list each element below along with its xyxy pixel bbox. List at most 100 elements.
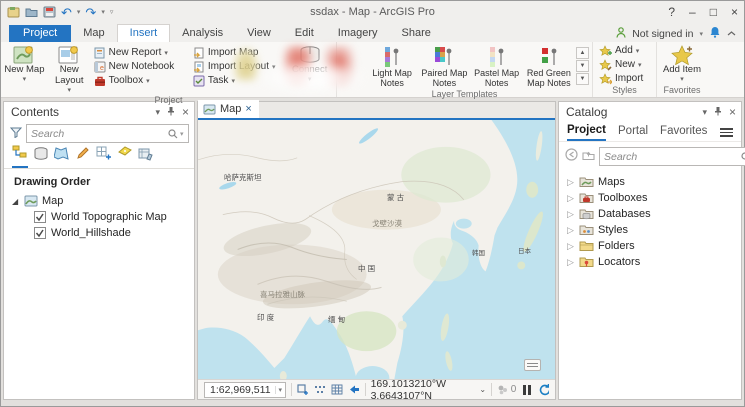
layer-row[interactable]: World_Hillshade	[4, 225, 194, 241]
list-by-labeling-icon[interactable]	[117, 146, 133, 168]
add-style-button[interactable]: Add▾	[599, 44, 639, 57]
catalog-item-databases[interactable]: ▷ Databases	[559, 206, 741, 222]
task-icon	[193, 75, 205, 87]
list-by-snapping-icon[interactable]	[96, 146, 112, 168]
checkbox-checked-icon[interactable]	[34, 211, 46, 223]
add-item-button[interactable]: Add Item▾	[660, 44, 704, 84]
catalog-item-toolboxes[interactable]: ▷ Toolboxes	[559, 190, 741, 206]
catalog-item-styles[interactable]: ▷ Styles	[559, 222, 741, 238]
expanded-arrow-icon[interactable]: ◢	[12, 197, 20, 206]
catalog-tab-portal[interactable]: Portal	[618, 125, 648, 140]
layer-row[interactable]: World Topographic Map	[4, 209, 194, 225]
grid-icon[interactable]	[331, 384, 343, 395]
pin-icon[interactable]	[714, 105, 722, 119]
redo-icon[interactable]: ↷	[85, 6, 96, 19]
catalog-item-maps[interactable]: ▷ Maps	[559, 174, 741, 190]
tab-insert[interactable]: Insert	[117, 24, 171, 42]
gallery-expand-icon[interactable]: ▼	[576, 73, 589, 85]
list-by-data-source-icon[interactable]	[33, 146, 49, 168]
expand-arrow-icon[interactable]: ▷	[567, 209, 575, 220]
database-connect-icon	[298, 45, 322, 65]
square-plus-icon[interactable]	[297, 384, 309, 395]
catalog-search[interactable]: ▾	[599, 147, 745, 166]
list-by-selection-icon[interactable]	[54, 146, 70, 168]
pastel-map-notes-button[interactable]: Pastel Map Notes	[472, 44, 522, 89]
catalog-tab-favorites[interactable]: Favorites	[660, 125, 707, 140]
expand-arrow-icon[interactable]: ▷	[567, 177, 575, 188]
tab-edit[interactable]: Edit	[283, 25, 326, 42]
list-by-charts-icon[interactable]	[138, 146, 154, 168]
redo-caret-icon[interactable]: ▾	[101, 8, 105, 16]
map-canvas[interactable]: 哈萨克斯坦 蒙 古 戈壁沙漠 中 国 喜马拉雅山脉 印 度 缅 甸 韩国 日本	[198, 120, 555, 379]
new-style-button[interactable]: New▾	[599, 58, 642, 71]
tab-project[interactable]: Project	[9, 25, 71, 42]
panel-menu-icon[interactable]: ▾	[702, 107, 707, 118]
contents-search[interactable]: ▾	[26, 124, 189, 143]
tab-share[interactable]: Share	[390, 25, 443, 42]
catalog-item-locators[interactable]: ▷ Locators	[559, 254, 741, 270]
undo-caret-icon[interactable]: ▾	[77, 8, 81, 16]
expand-arrow-icon[interactable]: ▷	[567, 225, 575, 236]
pause-drawing-icon[interactable]	[523, 385, 531, 395]
import-style-button[interactable]: Import	[599, 72, 643, 85]
refresh-icon[interactable]	[538, 383, 549, 396]
pin-icon[interactable]	[167, 105, 175, 119]
dotted-grid-icon[interactable]	[314, 384, 326, 395]
import-map-button[interactable]: Import Map	[193, 46, 284, 59]
tab-map[interactable]: Map	[71, 25, 116, 42]
undo-icon[interactable]: ↶	[61, 6, 72, 19]
new-project-icon[interactable]	[7, 6, 20, 18]
gallery-up-icon[interactable]: ▲	[576, 47, 589, 59]
expand-arrow-icon[interactable]: ▷	[567, 241, 575, 252]
checkbox-checked-icon[interactable]	[34, 227, 46, 239]
red-green-map-notes-button[interactable]: Red Green Map Notes	[524, 44, 574, 89]
new-layout-button[interactable]: New Layout▾	[47, 44, 92, 95]
list-by-editing-icon[interactable]	[75, 146, 91, 168]
expand-arrow-icon[interactable]: ▷	[567, 193, 575, 204]
save-icon[interactable]	[43, 6, 56, 18]
paired-map-notes-button[interactable]: Paired Map Notes	[419, 44, 469, 89]
up-one-level-icon[interactable]	[582, 148, 595, 166]
close-panel-icon[interactable]: ×	[182, 105, 189, 119]
new-notebook-button[interactable]: e New Notebook	[94, 60, 191, 73]
help-button[interactable]: ?	[668, 5, 675, 19]
list-by-drawing-order-icon[interactable]	[12, 144, 28, 168]
toolbox-button[interactable]: Toolbox▾	[94, 74, 191, 87]
catalog-tab-project[interactable]: Project	[567, 124, 606, 141]
close-panel-icon[interactable]: ×	[729, 105, 736, 119]
coordinates-display[interactable]: 169.1013210°W 3.6643107°N ⌄	[371, 378, 486, 402]
expand-arrow-icon[interactable]: ▷	[567, 257, 575, 268]
new-map-button[interactable]: New Map▾	[4, 44, 45, 84]
menu-icon[interactable]	[720, 128, 733, 137]
gallery-down-icon[interactable]: ▼	[576, 60, 589, 72]
signin-status[interactable]: Not signed in	[632, 28, 693, 40]
map-tab-icon	[203, 104, 216, 115]
connect-button[interactable]: Connect▾	[286, 44, 333, 84]
map-tree-item[interactable]: ◢ Map	[4, 193, 194, 209]
tab-analysis[interactable]: Analysis	[170, 25, 235, 42]
close-button[interactable]: ×	[731, 5, 738, 19]
panel-menu-icon[interactable]: ▾	[155, 107, 160, 118]
attribution-icon[interactable]	[524, 359, 541, 371]
scale-combobox[interactable]: 1:62,969,511 ▾	[204, 382, 286, 398]
minimize-button[interactable]: –	[689, 5, 696, 19]
contents-search-input[interactable]	[31, 128, 168, 140]
catalog-search-input[interactable]	[604, 151, 741, 163]
import-layout-button[interactable]: Import Layout▾	[193, 60, 284, 73]
signin-caret-icon[interactable]: ▾	[699, 30, 703, 38]
light-map-notes-button[interactable]: Light Map Notes	[367, 44, 417, 89]
task-button[interactable]: Task▾	[193, 74, 284, 87]
selection-count[interactable]: 0	[497, 384, 517, 395]
minimize-ribbon-icon[interactable]	[727, 28, 736, 40]
blue-arrow-icon[interactable]	[348, 384, 360, 395]
maximize-button[interactable]: □	[710, 5, 717, 19]
new-report-button[interactable]: New Report▾	[94, 46, 191, 59]
catalog-item-folders[interactable]: ▷ Folders	[559, 238, 741, 254]
open-project-icon[interactable]	[25, 6, 38, 18]
customize-toolbar-icon[interactable]: ▿	[110, 8, 114, 16]
tab-view[interactable]: View	[235, 25, 283, 42]
tab-imagery[interactable]: Imagery	[326, 25, 390, 42]
filter-icon[interactable]	[10, 125, 22, 143]
notifications-bell-icon[interactable]	[709, 26, 721, 41]
back-icon[interactable]	[565, 148, 578, 166]
